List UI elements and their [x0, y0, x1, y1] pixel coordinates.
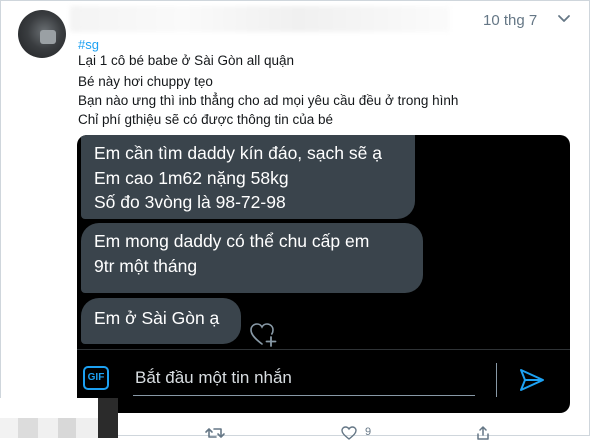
message-bubble: Em ở Sài Gòn ạ	[81, 298, 241, 344]
message-line: Em ở Sài Gòn ạ	[94, 308, 220, 328]
more-icon[interactable]	[557, 12, 571, 26]
tweet-text-line: Bạn nào ưng thì inb thẳng cho ad mọi yêu…	[78, 93, 459, 108]
blurred-username	[70, 6, 450, 32]
blurred-thumbnail	[0, 398, 118, 438]
composer-divider	[77, 349, 570, 350]
avatar[interactable]	[18, 10, 66, 58]
send-icon[interactable]	[518, 367, 546, 393]
tweet-text-line: Bé này hơi chuppy tẹo	[78, 74, 213, 89]
like-count: 9	[365, 426, 372, 438]
tweet-date[interactable]: 10 thg 7	[483, 12, 537, 29]
message-line: 9tr một tháng	[94, 255, 198, 276]
message-bubble: Em cần tìm daddy kín đáo, sạch sẽ ạ Em c…	[81, 135, 415, 219]
message-input[interactable]	[133, 363, 475, 396]
avatar-image	[40, 30, 56, 44]
composer-separator	[496, 363, 497, 397]
dm-screenshot: Em cần tìm daddy kín đáo, sạch sẽ ạ Em c…	[77, 135, 570, 413]
tweet-text-line: Lại 1 cô bé babe ở Sài Gòn all quận	[78, 53, 295, 68]
message-line: Em cao 1m62 nặng 58kg	[94, 167, 289, 188]
tweet-text-line: Chỉ phí gthiệu sẽ có được thông tin của …	[78, 112, 334, 127]
message-bubble: Em mong daddy có thể chu cấp em 9tr một …	[81, 223, 423, 293]
message-line: Em cần tìm daddy kín đáo, sạch sẽ ạ	[94, 143, 382, 163]
message-line: Em mong daddy có thể chu cấp em	[94, 231, 370, 251]
hashtag-link[interactable]: #sg	[78, 37, 99, 52]
gif-icon[interactable]: GIF	[83, 366, 109, 390]
message-line: Số đo 3vòng là 98-72-98	[94, 192, 286, 212]
heart-add-icon[interactable]	[249, 322, 279, 348]
